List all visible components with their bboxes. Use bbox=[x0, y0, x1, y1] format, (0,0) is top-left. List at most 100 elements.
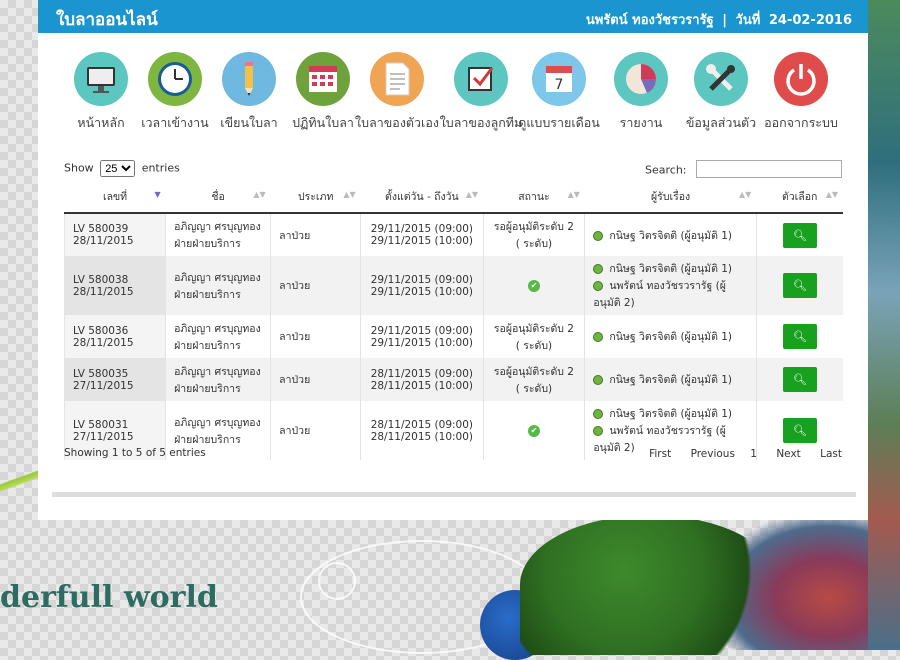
cell-number: LV 580038 28/11/2015 bbox=[63, 256, 166, 315]
leave-date: 27/11/2015 bbox=[73, 430, 134, 443]
view-details-button[interactable]: 🔍︎ bbox=[782, 367, 817, 392]
entries-select[interactable]: 25 bbox=[100, 160, 136, 177]
menu-item-8[interactable]: ข้อมูลส่วนตัว bbox=[676, 52, 766, 133]
period-to: 28/11/2015 (10:00) bbox=[370, 379, 473, 392]
column-header-0[interactable]: เลขที่ ▼ bbox=[64, 180, 166, 214]
date-value: 24-02-2016 bbox=[768, 13, 852, 28]
cell-approvers: กนิษฐ วิตรจิตติ (ผู้อนุมัติ 1) bbox=[584, 358, 757, 401]
approver-status-dot-icon bbox=[593, 264, 604, 274]
column-header-label: เลขที่ bbox=[102, 190, 128, 203]
cell-status: รอผู้อนุมัติระดับ 2 ( ระดับ) bbox=[482, 213, 585, 256]
table-info: Showing 1 to 5 of 5 entries bbox=[64, 447, 206, 459]
column-header-6[interactable]: ตัวเลือก ▲▼ bbox=[756, 180, 843, 214]
cell-type: ลาป่วย bbox=[270, 401, 361, 460]
main-panel: ใบลาออนไลน์ นพรัตน์ ทองวัชรวรารัฐ | วันท… bbox=[38, 0, 868, 520]
show-label: Show bbox=[64, 161, 94, 175]
column-header-label: สถานะ bbox=[518, 190, 550, 203]
approver-name: กนิษฐ วิตรจิตติ (ผู้อนุมัติ 1) bbox=[609, 408, 733, 420]
document-icon bbox=[370, 52, 424, 106]
table-row: LV 580039 28/11/2015 อภิญญา ศรบุญทอง ฝ่ายฝ่… bbox=[63, 213, 843, 256]
background-tree bbox=[520, 515, 780, 655]
approver-status-dot-icon bbox=[593, 409, 604, 419]
cell-number: LV 580035 27/11/2015 bbox=[63, 358, 166, 401]
leave-type: ลาป่วย bbox=[279, 229, 311, 242]
cell-name: อภิญญา ศรบุญทอง ฝ่ายฝ่ายบริการ bbox=[165, 213, 271, 256]
leave-number: LV 580036 bbox=[73, 324, 129, 337]
search-input[interactable] bbox=[696, 160, 842, 178]
sort-icon: ▲▼ bbox=[253, 190, 266, 199]
employee-name: อภิญญา ศรบุญทอง bbox=[174, 365, 261, 378]
column-header-label: ประเภท bbox=[297, 190, 334, 203]
menu-item-9[interactable]: ออกจากระบบ bbox=[756, 52, 846, 133]
cell-number: LV 580036 28/11/2015 bbox=[63, 315, 166, 358]
cell-options: 🔍︎ bbox=[755, 358, 843, 401]
cell-status: รอผู้อนุมัติระดับ 2 ( ระดับ) bbox=[482, 315, 585, 358]
date-label: วันที่ bbox=[735, 13, 761, 28]
leave-type: ลาป่วย bbox=[279, 280, 311, 292]
view-details-button[interactable]: 🔍︎ bbox=[782, 273, 817, 298]
cell-period: 29/11/2015 (09:00) 29/11/2015 (10:00) bbox=[360, 256, 483, 315]
cell-type: ลาป่วย bbox=[270, 256, 361, 315]
column-header-label: ตัวเลือก bbox=[781, 190, 818, 203]
approved-check-icon: ✔ bbox=[527, 425, 540, 437]
view-details-button[interactable]: 🔍︎ bbox=[782, 418, 817, 443]
employee-department: ฝ่ายฝ่ายบริการ bbox=[174, 339, 241, 352]
employee-name: อภิญญา ศรบุญทอง bbox=[174, 416, 261, 429]
employee-department: ฝ่ายฝ่ายบริการ bbox=[174, 382, 241, 395]
column-header-2[interactable]: ประเภท ▲▼ bbox=[270, 180, 361, 214]
first-page-button[interactable]: First bbox=[649, 448, 671, 460]
menu-item-7[interactable]: รายงาน bbox=[596, 52, 686, 133]
entries-label: entries bbox=[141, 161, 180, 175]
column-header-1[interactable]: ชื่อ ▲▼ bbox=[165, 180, 271, 214]
cell-name: อภิญญา ศรบุญทอง ฝ่ายฝ่ายบริการ bbox=[165, 256, 271, 315]
leave-number: LV 580039 bbox=[73, 223, 129, 235]
period-from: 28/11/2015 (09:00) bbox=[370, 418, 473, 431]
status-text: รอผู้อนุมัติระดับ 2 bbox=[493, 322, 574, 335]
pie-chart-icon bbox=[614, 52, 668, 106]
employee-department: ฝ่ายฝ่ายบริการ bbox=[174, 288, 241, 301]
sort-icon: ▲▼ bbox=[465, 190, 478, 199]
leave-date: 28/11/2015 bbox=[73, 336, 134, 349]
sort-icon: ▲▼ bbox=[567, 190, 580, 199]
pencil-icon bbox=[222, 52, 276, 106]
cell-approvers: กนิษฐ วิตรจิตติ (ผู้อนุมัติ 1) นพรัตน์ ทอ… bbox=[584, 256, 757, 315]
last-page-button[interactable]: Last bbox=[820, 448, 842, 460]
previous-page-button[interactable]: Previous bbox=[691, 448, 735, 460]
sort-icon: ▼ bbox=[154, 190, 161, 199]
column-header-5[interactable]: ผู้รับเรื่อง ▲▼ bbox=[584, 180, 757, 214]
menu-label: ข้อมูลส่วนตัว bbox=[685, 115, 757, 130]
calendar-7-icon: 7 bbox=[532, 52, 586, 106]
menu-label: ใบลาของลูกทีม bbox=[439, 115, 523, 130]
search-control: Search: bbox=[645, 160, 842, 178]
next-page-button[interactable]: Next bbox=[776, 448, 800, 460]
sort-icon: ▲▼ bbox=[825, 190, 838, 199]
approver-name: กนิษฐ วิตรจิตติ (ผู้อนุมัติ 1) bbox=[609, 263, 733, 275]
leave-number: LV 580038 bbox=[73, 273, 129, 286]
approver-status-dot-icon bbox=[593, 332, 604, 342]
leave-date: 28/11/2015 bbox=[73, 285, 134, 298]
view-details-button[interactable]: 🔍︎ bbox=[782, 222, 817, 248]
menu-item-4[interactable]: ใบลาของตัวเอง bbox=[352, 52, 442, 133]
leave-type: ลาป่วย bbox=[279, 331, 311, 343]
menu-label: ดูแบบรายเดือน bbox=[518, 115, 600, 130]
leave-table: เลขที่ ▼ ชื่อ ▲▼ ประเภท ▲▼ ตั้งแต่วัน - ถึงวัน… bbox=[63, 180, 843, 460]
page-number-button[interactable]: 1 bbox=[750, 448, 757, 460]
menu-item-6[interactable]: 7 ดูแบบรายเดือน bbox=[514, 52, 604, 133]
clock-icon bbox=[148, 52, 202, 106]
user-info: นพรัตน์ ทองวัชรวรารัฐ | วันที่ 24-02-201… bbox=[582, 9, 852, 30]
status-text: รอผู้อนุมัติระดับ 2 bbox=[493, 365, 574, 378]
employee-department: ฝ่ายฝ่ายบริการ bbox=[174, 433, 241, 446]
cell-name: อภิญญา ศรบุญทองฝ่ายฝ่ายบริการ bbox=[165, 358, 271, 401]
menu-label: รายงาน bbox=[619, 115, 663, 130]
svg-text:7: 7 bbox=[555, 77, 564, 93]
table-row: LV 580035 27/11/2015 อภิญญา ศรบุญทอง ฝ่ายฝ่… bbox=[63, 358, 843, 401]
cell-type: ลาป่วย bbox=[270, 213, 361, 256]
menu-item-5[interactable]: ใบลาของลูกทีม bbox=[436, 52, 526, 133]
cell-options: 🔍︎ bbox=[755, 256, 843, 315]
column-header-3[interactable]: ตั้งแต่วัน - ถึงวัน ▲▼ bbox=[360, 180, 483, 214]
column-header-4[interactable]: สถานะ ▲▼ bbox=[483, 180, 585, 214]
period-from: 29/11/2015 (09:00) bbox=[370, 273, 473, 286]
view-details-button[interactable]: 🔍︎ bbox=[782, 324, 817, 349]
approver-status-dot-icon bbox=[593, 230, 604, 241]
cell-name: อภิญญา ศรบุญทอง ฝ่ายฝ่ายบริการ bbox=[165, 315, 271, 358]
